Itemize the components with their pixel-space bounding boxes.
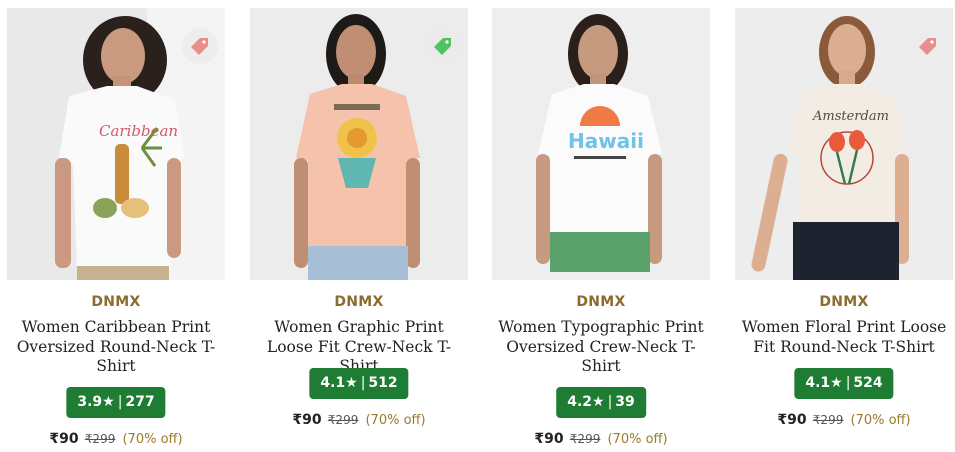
product-brand: DNMX	[819, 294, 869, 310]
product-brand: DNMX	[576, 294, 626, 310]
rating-value: 4.1	[320, 375, 346, 391]
selling-price: ₹90	[49, 431, 79, 447]
product-name[interactable]: Women Floral Print Loose Fit Round-Neck …	[735, 318, 953, 357]
wishlist-tag-button[interactable]	[182, 28, 218, 64]
price-row: ₹90 ₹299 (70% off)	[492, 431, 710, 447]
review-count: 512	[368, 375, 398, 391]
product-brand: DNMX	[334, 294, 384, 310]
original-price: ₹299	[569, 432, 601, 446]
star-icon: ★	[102, 394, 115, 410]
selling-price: ₹90	[777, 412, 807, 428]
product-card[interactable]: Amsterdam DNMX Women Floral Print Loose …	[735, 0, 953, 452]
rating-badge[interactable]: 4.1★ | 524	[794, 368, 894, 399]
star-icon: ★	[830, 375, 843, 391]
rating-badge[interactable]: 3.9★ | 277	[66, 387, 166, 418]
price-row: ₹90 ₹299 (70% off)	[7, 431, 225, 447]
review-count: 39	[615, 394, 635, 410]
review-count: 524	[853, 375, 883, 391]
wishlist-tag-button[interactable]	[910, 28, 946, 64]
product-card[interactable]: DNMX Women Graphic Print Loose Fit Crew-…	[250, 0, 468, 452]
discount-label: (70% off)	[607, 432, 668, 447]
product-image[interactable]: Amsterdam	[735, 8, 953, 280]
svg-text:Caribbean: Caribbean	[99, 122, 178, 140]
discount-label: (70% off)	[365, 413, 426, 428]
price-tag-icon	[919, 38, 936, 55]
rating-badge[interactable]: 4.1★ | 512	[309, 368, 409, 399]
star-icon: ★	[592, 394, 605, 410]
product-image[interactable]: Hawaii	[492, 8, 710, 280]
product-card[interactable]: Hawaii DNMX Women Typographic Print Over…	[492, 0, 710, 452]
price-row: ₹90 ₹299 (70% off)	[735, 412, 953, 428]
original-price: ₹299	[327, 413, 359, 427]
product-image[interactable]: Caribbean	[7, 8, 225, 280]
original-price: ₹299	[84, 432, 116, 446]
original-price: ₹299	[812, 413, 844, 427]
product-brand: DNMX	[91, 294, 141, 310]
product-name[interactable]: Women Typographic Print Oversized Crew-N…	[492, 318, 710, 377]
discount-label: (70% off)	[122, 432, 183, 447]
product-grid: Caribbean DNMX Women Caribbean Print Ove…	[0, 0, 955, 452]
svg-text:Hawaii: Hawaii	[568, 129, 644, 153]
product-card[interactable]: Caribbean DNMX Women Caribbean Print Ove…	[7, 0, 225, 452]
rating-value: 3.9	[77, 394, 103, 410]
product-image[interactable]	[250, 8, 468, 280]
selling-price: ₹90	[534, 431, 564, 447]
price-tag-icon	[191, 38, 208, 55]
price-row: ₹90 ₹299 (70% off)	[250, 412, 468, 428]
wishlist-tag-button[interactable]	[425, 28, 461, 64]
rating-value: 4.2	[567, 394, 593, 410]
star-icon: ★	[345, 375, 358, 391]
selling-price: ₹90	[292, 412, 322, 428]
rating-value: 4.1	[805, 375, 831, 391]
discount-label: (70% off)	[850, 413, 911, 428]
rating-badge[interactable]: 4.2★ | 39	[556, 387, 646, 418]
price-tag-icon	[434, 38, 451, 55]
product-name[interactable]: Women Caribbean Print Oversized Round-Ne…	[7, 318, 225, 377]
svg-text:Amsterdam: Amsterdam	[812, 109, 889, 124]
review-count: 277	[125, 394, 155, 410]
